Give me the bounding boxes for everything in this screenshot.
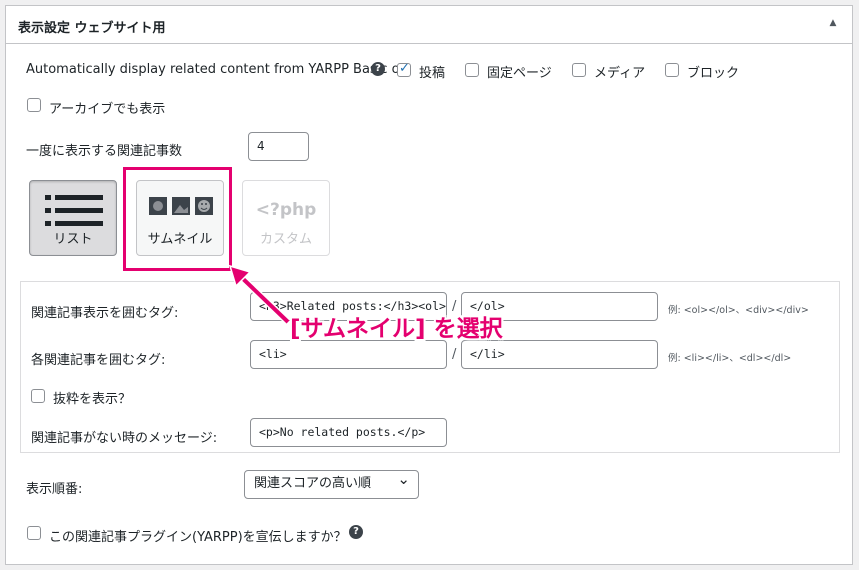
list-icon: [45, 195, 103, 226]
order-selected-value: 関連スコアの高い順: [254, 476, 372, 491]
order-select[interactable]: 関連スコアの高い順 ⌄: [244, 470, 419, 499]
auto-display-label: Automatically display related content fr…: [26, 62, 413, 77]
item-tag-before-input[interactable]: <li>: [250, 340, 447, 369]
template-custom-label: カスタム: [259, 232, 312, 247]
php-icon: <?php: [255, 200, 317, 220]
checkbox-media[interactable]: [572, 63, 586, 77]
item-tag-after-input[interactable]: </li>: [461, 340, 658, 369]
template-list-label: リスト: [53, 232, 93, 247]
checkbox-page[interactable]: [465, 63, 479, 77]
thumbnail-highlight-box: [123, 167, 232, 271]
auto-display-help-icon[interactable]: ?: [371, 62, 385, 76]
template-list-button[interactable]: リスト: [29, 180, 117, 256]
checkbox-page-label: 固定ページ: [487, 66, 552, 81]
template-custom-button[interactable]: <?php カスタム: [242, 180, 330, 256]
checkbox-post-label: 投稿: [419, 66, 446, 81]
display-settings-panel: 表示設定 ウェブサイト用 ▲ Automatically display rel…: [5, 5, 853, 565]
checkbox-promote[interactable]: [27, 526, 41, 540]
item-tag-separator: /: [452, 347, 457, 362]
checkbox-media-label: メディア: [594, 66, 646, 81]
checkbox-archive[interactable]: [27, 98, 41, 112]
no-results-input[interactable]: <p>No related posts.</p>: [250, 418, 447, 447]
checkbox-excerpt[interactable]: [31, 389, 45, 403]
panel-title: 表示設定 ウェブサイト用: [18, 21, 166, 36]
post-count-label: 一度に表示する関連記事数: [26, 144, 183, 159]
promote-help-icon[interactable]: ?: [349, 525, 363, 539]
chevron-down-icon: ⌄: [397, 470, 410, 488]
wrap-tag-hint: 例: <ol></ol>、<div></div>: [668, 305, 809, 316]
collapse-toggle-icon[interactable]: ▲: [825, 18, 841, 32]
panel-header[interactable]: 表示設定 ウェブサイト用 ▲: [6, 6, 852, 44]
item-tag-hint: 例: <li></li>、<dl></dl>: [668, 353, 792, 364]
post-count-input[interactable]: 4: [248, 132, 309, 161]
wrap-tag-label: 関連記事表示を囲むタグ:: [31, 306, 179, 321]
template-options-box: 関連記事表示を囲むタグ: <h3>Related posts:</h3><ol>…: [20, 281, 840, 453]
annotation-arrow-icon: [228, 264, 291, 325]
checkbox-block[interactable]: [665, 63, 679, 77]
checkbox-excerpt-label: 抜粋を表示？: [53, 392, 132, 407]
checkbox-post[interactable]: [397, 61, 411, 77]
checkbox-block-label: ブロック: [687, 66, 740, 81]
annotation-callout: [サムネイル] を選択: [290, 316, 503, 342]
checkbox-promote-label: この関連記事プラグイン(YARPP)を宣伝しますか？: [49, 530, 347, 545]
no-results-label: 関連記事がない時のメッセージ:: [31, 431, 218, 446]
checkbox-archive-label: アーカイブでも表示: [49, 102, 166, 117]
item-tag-label: 各関連記事を囲むタグ:: [31, 353, 166, 368]
order-label: 表示順番:: [26, 482, 83, 497]
